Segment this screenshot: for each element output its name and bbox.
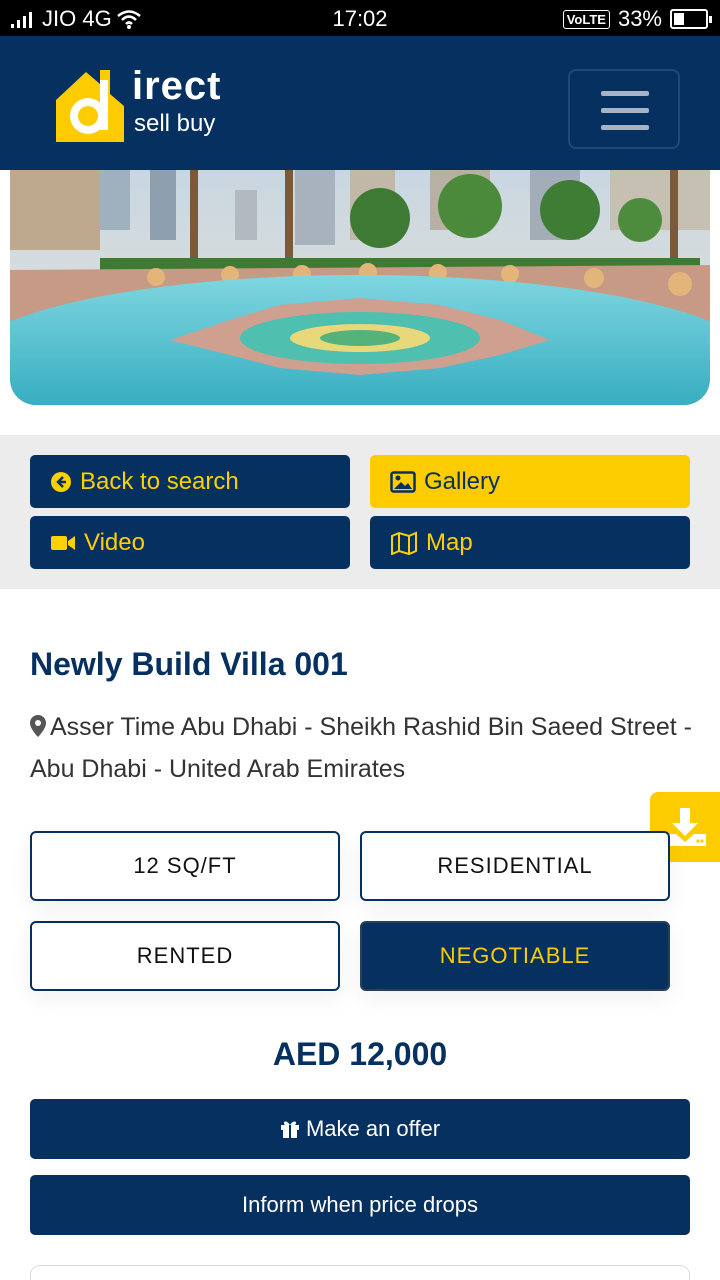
- address-text: Asser Time Abu Dhabi - Sheikh Rashid Bin…: [30, 713, 692, 783]
- volte-badge: VoLTE: [562, 9, 610, 29]
- action-panel: Back to search Gallery Video Map: [0, 435, 720, 589]
- logo-tagline: sell buy: [134, 110, 216, 137]
- status-tag: RENTED: [30, 921, 340, 991]
- battery-percent: 33%: [617, 6, 662, 31]
- hamburger-menu-button[interactable]: [568, 69, 680, 149]
- arrow-circle-left-icon: [51, 471, 71, 492]
- app-header: irect sell buy: [0, 36, 720, 170]
- negotiable-tag: NEGOTIABLE: [360, 921, 670, 991]
- hamburger-line: [601, 108, 649, 113]
- logo-house-icon: [56, 70, 124, 142]
- listing-title: Newly Build Villa 001: [30, 646, 348, 682]
- property-type-tag: RESIDENTIAL: [360, 831, 670, 901]
- make-offer-button[interactable]: Make an offer: [30, 1099, 690, 1159]
- price-drop-alert-label: Inform when price drops: [242, 1192, 478, 1217]
- hamburger-icon: [601, 91, 649, 96]
- price-drop-alert-button[interactable]: Inform when price drops: [30, 1175, 690, 1235]
- next-section-card: [30, 1265, 690, 1280]
- listing-price: AED 12,000: [272, 1036, 448, 1072]
- battery-icon: [670, 9, 712, 29]
- gallery-label: Gallery: [424, 467, 501, 495]
- gift-icon: [280, 1121, 299, 1138]
- map-label: Map: [426, 528, 473, 556]
- logo-wordmark: irect: [132, 64, 222, 108]
- hero-photo: [10, 170, 710, 405]
- status-right: VoLTE 33%: [562, 6, 712, 32]
- area-tag: 12 SQ/FT: [30, 831, 340, 901]
- gallery-button[interactable]: Gallery: [370, 455, 690, 508]
- hamburger-line: [601, 125, 649, 130]
- logo[interactable]: irect sell buy: [48, 60, 248, 150]
- make-offer-label: Make an offer: [305, 1116, 441, 1141]
- image-icon: [390, 470, 416, 493]
- back-to-search-button[interactable]: Back to search: [30, 455, 350, 508]
- listing-address: Asser Time Abu Dhabi - Sheikh Rashid Bin…: [30, 706, 700, 790]
- map-button[interactable]: Map: [370, 516, 690, 569]
- map-marker-icon: [30, 715, 46, 737]
- property-hero-image[interactable]: [10, 170, 710, 405]
- status-bar: JIO 4G 17:02 VoLTE 33%: [0, 0, 720, 36]
- video-button[interactable]: Video: [30, 516, 350, 569]
- back-to-search-label: Back to search: [80, 467, 239, 495]
- video-camera-icon: [51, 535, 75, 550]
- map-icon: [391, 530, 417, 555]
- video-label: Video: [84, 528, 145, 556]
